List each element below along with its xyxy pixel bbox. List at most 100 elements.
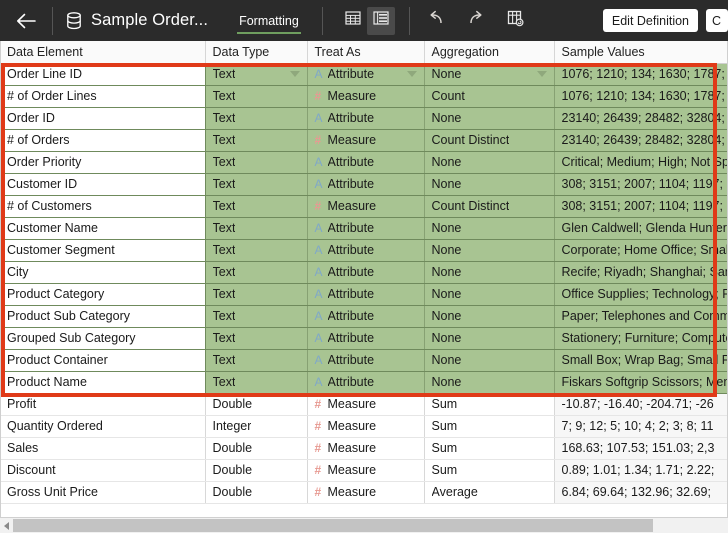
cell-data-type[interactable]: Double: [205, 481, 307, 503]
cell-data-type[interactable]: Text: [205, 371, 307, 393]
cell-treat-as[interactable]: #Measure: [307, 481, 424, 503]
cell-treat-as[interactable]: AAttribute: [307, 63, 424, 85]
cell-data-element[interactable]: Discount: [0, 459, 205, 481]
secondary-action-button[interactable]: C: [706, 9, 728, 32]
chevron-down-icon[interactable]: [537, 71, 547, 77]
cell-treat-as[interactable]: AAttribute: [307, 305, 424, 327]
cell-aggregation[interactable]: None: [424, 63, 554, 85]
cell-data-element[interactable]: Product Container: [0, 349, 205, 371]
cell-data-type[interactable]: Text: [205, 239, 307, 261]
cell-treat-as[interactable]: AAttribute: [307, 349, 424, 371]
cell-aggregation[interactable]: Sum: [424, 415, 554, 437]
table-row[interactable]: Product NameTextAAttributeNoneFiskars So…: [0, 371, 728, 393]
cell-aggregation[interactable]: None: [424, 239, 554, 261]
table-row[interactable]: Order Line IDTextAAttributeNone1076; 121…: [0, 63, 728, 85]
cell-aggregation[interactable]: Average: [424, 481, 554, 503]
cell-treat-as[interactable]: AAttribute: [307, 151, 424, 173]
undo-button[interactable]: [422, 7, 450, 35]
table-row[interactable]: Order PriorityTextAAttributeNoneCritical…: [0, 151, 728, 173]
table-row[interactable]: Grouped Sub CategoryTextAAttributeNoneSt…: [0, 327, 728, 349]
cell-data-element[interactable]: Customer Name: [0, 217, 205, 239]
cell-data-type[interactable]: Text: [205, 217, 307, 239]
table-row[interactable]: Customer NameTextAAttributeNoneGlen Cald…: [0, 217, 728, 239]
cell-aggregation[interactable]: Sum: [424, 393, 554, 415]
table-row[interactable]: # of OrdersText#MeasureCount Distinct231…: [0, 129, 728, 151]
grid-view-button[interactable]: [339, 7, 367, 35]
cell-data-element[interactable]: Customer Segment: [0, 239, 205, 261]
cell-data-element[interactable]: # of Order Lines: [0, 85, 205, 107]
table-row[interactable]: Product Sub CategoryTextAAttributeNonePa…: [0, 305, 728, 327]
cell-treat-as[interactable]: #Measure: [307, 195, 424, 217]
edit-definition-button[interactable]: Edit Definition: [603, 9, 698, 32]
cell-aggregation[interactable]: Sum: [424, 459, 554, 481]
table-row[interactable]: Order IDTextAAttributeNone23140; 26439; …: [0, 107, 728, 129]
column-header-sample-values[interactable]: Sample Values: [554, 41, 728, 63]
horizontal-scroll-thumb[interactable]: [13, 519, 653, 532]
column-header-data-type[interactable]: Data Type: [205, 41, 307, 63]
back-button[interactable]: [0, 0, 52, 41]
redo-button[interactable]: [462, 7, 490, 35]
cell-data-element[interactable]: # of Customers: [0, 195, 205, 217]
cell-data-element[interactable]: Order Priority: [0, 151, 205, 173]
cell-data-element[interactable]: Gross Unit Price: [0, 481, 205, 503]
cell-data-element[interactable]: Customer ID: [0, 173, 205, 195]
cell-data-element[interactable]: City: [0, 261, 205, 283]
cell-aggregation[interactable]: Count: [424, 85, 554, 107]
column-header-treat-as[interactable]: Treat As: [307, 41, 424, 63]
table-row[interactable]: # of CustomersText#MeasureCount Distinct…: [0, 195, 728, 217]
cell-data-element[interactable]: # of Orders: [0, 129, 205, 151]
cell-aggregation[interactable]: None: [424, 107, 554, 129]
cell-data-type[interactable]: Double: [205, 459, 307, 481]
table-row[interactable]: Product CategoryTextAAttributeNoneOffice…: [0, 283, 728, 305]
cell-treat-as[interactable]: #Measure: [307, 129, 424, 151]
cell-treat-as[interactable]: AAttribute: [307, 327, 424, 349]
tab-formatting[interactable]: Formatting: [230, 0, 308, 41]
cell-aggregation[interactable]: None: [424, 217, 554, 239]
cell-data-type[interactable]: Text: [205, 305, 307, 327]
cell-data-type[interactable]: Text: [205, 173, 307, 195]
cell-data-type[interactable]: Double: [205, 393, 307, 415]
cell-treat-as[interactable]: #Measure: [307, 85, 424, 107]
cell-data-type[interactable]: Text: [205, 129, 307, 151]
cell-aggregation[interactable]: None: [424, 305, 554, 327]
cell-data-type[interactable]: Text: [205, 261, 307, 283]
data-preview-button[interactable]: [502, 7, 530, 35]
cell-treat-as[interactable]: #Measure: [307, 459, 424, 481]
column-header-data-element[interactable]: Data Element: [0, 41, 205, 63]
cell-treat-as[interactable]: #Measure: [307, 393, 424, 415]
cell-data-element[interactable]: Order ID: [0, 107, 205, 129]
cell-aggregation[interactable]: None: [424, 283, 554, 305]
cell-data-element[interactable]: Product Category: [0, 283, 205, 305]
chevron-down-icon[interactable]: [407, 71, 417, 77]
cell-aggregation[interactable]: Count Distinct: [424, 129, 554, 151]
chevron-down-icon[interactable]: [290, 71, 300, 77]
cell-treat-as[interactable]: AAttribute: [307, 371, 424, 393]
cell-aggregation[interactable]: None: [424, 261, 554, 283]
scroll-left-arrow-icon[interactable]: [0, 518, 13, 533]
cell-data-type[interactable]: Text: [205, 151, 307, 173]
table-row[interactable]: Customer IDTextAAttributeNone308; 3151; …: [0, 173, 728, 195]
table-row[interactable]: SalesDouble#MeasureSum168.63; 107.53; 15…: [0, 437, 728, 459]
cell-data-element[interactable]: Product Sub Category: [0, 305, 205, 327]
cell-aggregation[interactable]: None: [424, 151, 554, 173]
cell-treat-as[interactable]: AAttribute: [307, 239, 424, 261]
table-row[interactable]: # of Order LinesText#MeasureCount1076; 1…: [0, 85, 728, 107]
cell-data-element[interactable]: Quantity Ordered: [0, 415, 205, 437]
table-row[interactable]: Product ContainerTextAAttributeNoneSmall…: [0, 349, 728, 371]
table-row[interactable]: ProfitDouble#MeasureSum-10.87; -16.40; -…: [0, 393, 728, 415]
table-row[interactable]: CityTextAAttributeNoneRecife; Riyadh; Sh…: [0, 261, 728, 283]
cell-treat-as[interactable]: #Measure: [307, 437, 424, 459]
cell-data-type[interactable]: Text: [205, 327, 307, 349]
cell-data-element[interactable]: Sales: [0, 437, 205, 459]
cell-data-element[interactable]: Grouped Sub Category: [0, 327, 205, 349]
cell-aggregation[interactable]: None: [424, 349, 554, 371]
cell-data-element[interactable]: Profit: [0, 393, 205, 415]
cell-data-type[interactable]: Text: [205, 107, 307, 129]
cell-data-element[interactable]: Order Line ID: [0, 63, 205, 85]
table-row[interactable]: Quantity OrderedInteger#MeasureSum7; 9; …: [0, 415, 728, 437]
column-header-aggregation[interactable]: Aggregation: [424, 41, 554, 63]
cell-aggregation[interactable]: None: [424, 173, 554, 195]
cell-data-type[interactable]: Text: [205, 283, 307, 305]
cell-aggregation[interactable]: Sum: [424, 437, 554, 459]
table-row[interactable]: Customer SegmentTextAAttributeNoneCorpor…: [0, 239, 728, 261]
